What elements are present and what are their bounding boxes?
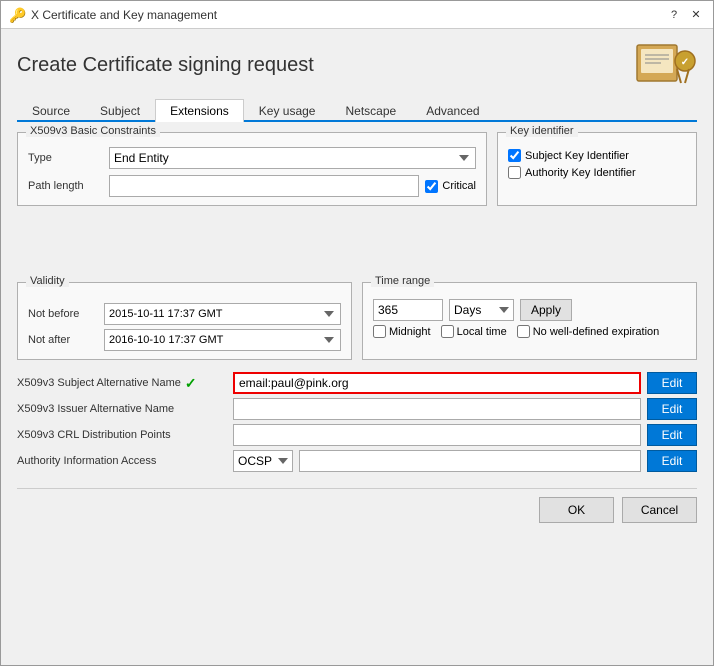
aia-edit-button[interactable]: Edit (647, 450, 697, 472)
tab-advanced[interactable]: Advanced (411, 99, 494, 122)
tab-source[interactable]: Source (17, 99, 85, 122)
san-label-container: X509v3 Subject Alternative Name ✓ (17, 375, 227, 392)
issuer-alt-row: X509v3 Issuer Alternative Name Edit (17, 398, 697, 420)
san-label: X509v3 Subject Alternative Name (17, 377, 181, 389)
path-length-label: Path length (28, 180, 103, 192)
key-identifier-group: Key identifier Subject Key Identifier Au… (497, 132, 697, 206)
path-length-row: Path length Critical (28, 175, 476, 197)
subject-key-row: Subject Key Identifier (508, 149, 686, 162)
ok-button[interactable]: OK (539, 497, 614, 523)
local-time-checkbox[interactable] (441, 325, 454, 338)
apply-button[interactable]: Apply (520, 299, 572, 321)
not-before-select[interactable]: 2015-10-11 17:37 GMT (104, 303, 341, 325)
time-range-group: Time range Days Months Years Apply (362, 282, 697, 360)
tab-extensions[interactable]: Extensions (155, 99, 244, 122)
main-area: X509v3 Basic Constraints Type End Entity… (17, 132, 697, 653)
critical-label: Critical (442, 180, 476, 192)
midnight-label: Midnight (389, 326, 431, 338)
no-expiration-label: No well-defined expiration (533, 326, 660, 338)
not-before-row: Not before 2015-10-11 17:37 GMT (28, 303, 341, 325)
cert-logo: ✓ (633, 41, 697, 89)
crl-row: X509v3 CRL Distribution Points Edit (17, 424, 697, 446)
time-range-input[interactable] (373, 299, 443, 321)
not-after-select[interactable]: 2016-10-10 17:37 GMT (104, 329, 341, 351)
validity-title: Validity (26, 275, 69, 287)
titlebar-controls: ? ✕ (665, 6, 705, 24)
san-input[interactable] (233, 372, 641, 394)
validity-row: Validity Not before 2015-10-11 17:37 GMT… (17, 282, 697, 360)
time-unit-select[interactable]: Days Months Years (449, 299, 514, 321)
window-title: X Certificate and Key management (31, 8, 665, 22)
crl-label: X509v3 CRL Distribution Points (17, 429, 227, 441)
crl-edit-button[interactable]: Edit (647, 424, 697, 446)
top-row: X509v3 Basic Constraints Type End Entity… (17, 132, 697, 206)
basic-constraints-group: X509v3 Basic Constraints Type End Entity… (17, 132, 487, 206)
subject-key-checkbox[interactable] (508, 149, 521, 162)
san-edit-button[interactable]: Edit (647, 372, 697, 394)
not-after-label: Not after (28, 334, 98, 346)
tr-top-row: Days Months Years Apply (373, 299, 686, 321)
key-identifier-title: Key identifier (506, 125, 578, 137)
authority-key-checkbox[interactable] (508, 166, 521, 179)
type-select[interactable]: End Entity CA (109, 147, 476, 169)
san-check-icon: ✓ (185, 375, 197, 392)
validity-inner: Not before 2015-10-11 17:37 GMT Not afte… (28, 291, 341, 351)
midnight-checkbox[interactable] (373, 325, 386, 338)
type-row: Type End Entity CA (28, 147, 476, 169)
critical-row: Critical (425, 180, 476, 193)
san-row: X509v3 Subject Alternative Name ✓ Edit (17, 372, 697, 394)
aia-input[interactable] (299, 450, 641, 472)
aia-label: Authority Information Access (17, 455, 227, 467)
path-length-input[interactable] (109, 175, 419, 197)
main-window: 🔑 X Certificate and Key management ? ✕ C… (0, 0, 714, 666)
tab-key-usage[interactable]: Key usage (244, 99, 331, 122)
aia-type-select[interactable]: OCSP CA Issuers (233, 450, 293, 472)
page-title-row: Create Certificate signing request ✓ (17, 41, 697, 89)
local-time-item: Local time (441, 325, 507, 338)
app-icon: 🔑 (9, 7, 25, 23)
issuer-alt-input[interactable] (233, 398, 641, 420)
aia-row: Authority Information Access OCSP CA Iss… (17, 450, 697, 472)
footer: OK Cancel (17, 488, 697, 527)
time-range-title: Time range (371, 275, 434, 287)
tab-netscape[interactable]: Netscape (330, 99, 411, 122)
local-time-label: Local time (457, 326, 507, 338)
not-before-label: Not before (28, 308, 98, 320)
no-expiration-item: No well-defined expiration (517, 325, 660, 338)
subject-key-label: Subject Key Identifier (525, 150, 629, 162)
cancel-button[interactable]: Cancel (622, 497, 697, 523)
titlebar: 🔑 X Certificate and Key management ? ✕ (1, 1, 713, 29)
not-after-row: Not after 2016-10-10 17:37 GMT (28, 329, 341, 351)
tab-subject[interactable]: Subject (85, 99, 155, 122)
no-expiration-checkbox[interactable] (517, 325, 530, 338)
tab-bar: Source Subject Extensions Key usage Nets… (17, 99, 697, 122)
validity-group: Validity Not before 2015-10-11 17:37 GMT… (17, 282, 352, 360)
critical-checkbox[interactable] (425, 180, 438, 193)
crl-input[interactable] (233, 424, 641, 446)
page-title: Create Certificate signing request (17, 54, 314, 77)
authority-key-row: Authority Key Identifier (508, 166, 686, 179)
issuer-alt-label: X509v3 Issuer Alternative Name (17, 403, 227, 415)
basic-constraints-title: X509v3 Basic Constraints (26, 125, 160, 137)
close-button[interactable]: ✕ (687, 6, 705, 24)
timerange-inner: Days Months Years Apply Midnight (373, 291, 686, 338)
svg-text:✓: ✓ (681, 57, 689, 68)
content-area: Create Certificate signing request ✓ Sou… (1, 29, 713, 665)
issuer-alt-edit-button[interactable]: Edit (647, 398, 697, 420)
bottom-fields: X509v3 Subject Alternative Name ✓ Edit X… (17, 372, 697, 472)
authority-key-label: Authority Key Identifier (525, 167, 636, 179)
tr-bottom-row: Midnight Local time No well-defined expi… (373, 325, 686, 338)
type-label: Type (28, 152, 103, 164)
help-button[interactable]: ? (665, 6, 683, 24)
middle-spacer (17, 214, 697, 274)
midnight-item: Midnight (373, 325, 431, 338)
